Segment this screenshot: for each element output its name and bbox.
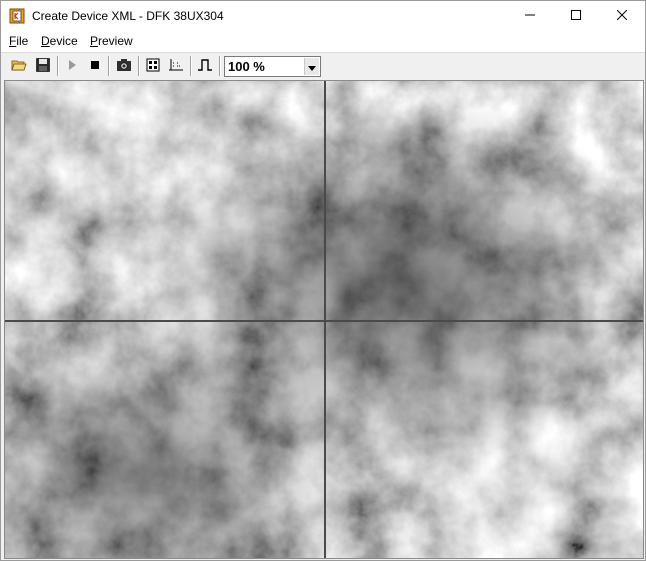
save-button[interactable] xyxy=(32,55,54,77)
menu-device[interactable]: Device xyxy=(41,34,78,48)
close-icon xyxy=(616,9,628,23)
chevron-down-icon xyxy=(308,60,316,74)
maximize-button[interactable] xyxy=(553,1,599,31)
title-bar[interactable]: Create Device XML - DFK 38UX304 xyxy=(1,1,645,31)
format-icon xyxy=(168,57,184,76)
preview-image xyxy=(5,81,643,558)
play-icon xyxy=(66,59,78,74)
toolbar-separator xyxy=(219,56,221,76)
menu-preview[interactable]: Preview xyxy=(90,34,133,48)
properties-icon xyxy=(145,57,161,76)
window-title: Create Device XML - DFK 38UX304 xyxy=(32,9,224,23)
trigger-button[interactable] xyxy=(194,55,216,77)
menu-file[interactable]: File xyxy=(9,34,28,48)
format-button[interactable] xyxy=(165,55,187,77)
trigger-icon xyxy=(197,57,213,76)
toolbar-separator xyxy=(190,56,192,76)
open-button[interactable] xyxy=(8,55,30,77)
save-icon xyxy=(35,57,51,76)
play-button[interactable] xyxy=(61,55,83,77)
app-window: Create Device XML - DFK 38UX304 File Dev… xyxy=(0,0,646,561)
zoom-select[interactable]: 100 % xyxy=(224,56,321,77)
toolbar-separator xyxy=(138,56,140,76)
properties-button[interactable] xyxy=(142,55,164,77)
minimize-button[interactable] xyxy=(507,1,553,31)
close-button[interactable] xyxy=(599,1,645,31)
toolbar-separator xyxy=(108,56,110,76)
toolbar: 100 % xyxy=(1,52,645,78)
zoom-value: 100 % xyxy=(228,59,265,74)
minimize-icon xyxy=(525,9,535,23)
snapshot-button[interactable] xyxy=(113,55,135,77)
maximize-icon xyxy=(571,9,581,23)
device-app-icon[interactable] xyxy=(9,8,25,24)
stop-icon xyxy=(89,59,101,74)
stop-button[interactable] xyxy=(84,55,106,77)
zoom-dropdown-button[interactable] xyxy=(304,58,319,75)
camera-icon xyxy=(116,57,132,76)
toolbar-separator xyxy=(57,56,59,76)
camera-preview[interactable] xyxy=(4,80,644,559)
open-folder-icon xyxy=(11,57,27,76)
menu-bar: File Device Preview xyxy=(1,31,645,52)
